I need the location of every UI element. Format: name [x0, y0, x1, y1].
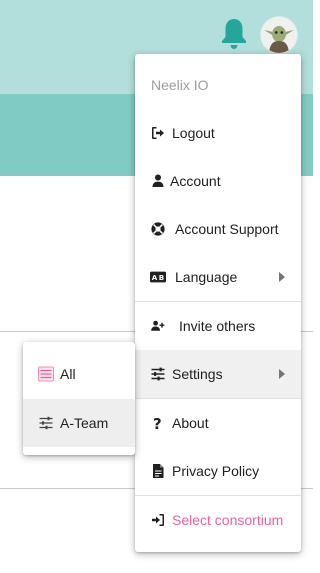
bell-icon[interactable]: [219, 16, 249, 50]
svg-text:A: A: [152, 273, 158, 282]
person-add-icon: [150, 318, 166, 334]
menu-item-language[interactable]: A B Language: [135, 253, 301, 301]
submenu-item-label: All: [60, 366, 76, 382]
user-name: Neelix IO: [151, 77, 209, 93]
menu-item-invite-others[interactable]: Invite others: [135, 302, 301, 350]
svg-text:?: ?: [153, 415, 162, 431]
svg-text:B: B: [159, 273, 164, 282]
person-icon: [150, 173, 166, 189]
menu-item-label: About: [172, 415, 209, 431]
chevron-right-icon: [279, 369, 285, 379]
tune-icon: [150, 366, 166, 382]
lifebuoy-icon: [150, 221, 166, 237]
menu-item-label: Settings: [172, 366, 223, 382]
menu-item-about[interactable]: ? About: [135, 399, 301, 447]
login-icon: [150, 512, 166, 528]
chevron-right-icon: [279, 272, 285, 282]
user-avatar[interactable]: [261, 17, 297, 53]
menu-item-account[interactable]: Account: [135, 157, 301, 205]
submenu-item-all[interactable]: All: [23, 350, 135, 398]
menu-item-settings[interactable]: Settings: [135, 350, 301, 398]
settings-submenu: All A-Team: [23, 342, 135, 455]
menu-item-label: Language: [175, 269, 238, 285]
submenu-item-a-team[interactable]: A-Team: [23, 399, 135, 447]
user-menu: Neelix IO Logout Account Account Support…: [135, 54, 301, 552]
menu-item-privacy-policy[interactable]: Privacy Policy: [135, 447, 301, 495]
menu-item-label: Select consortium: [172, 512, 284, 528]
translate-icon: A B: [150, 269, 166, 285]
menu-item-label: Logout: [172, 125, 215, 141]
list-pink-icon: [38, 366, 54, 382]
yoda-avatar: [261, 17, 297, 53]
menu-item-account-support[interactable]: Account Support: [135, 205, 301, 253]
menu-item-label: Invite others: [179, 318, 256, 334]
question-icon: ?: [150, 415, 166, 431]
menu-item-logout[interactable]: Logout: [135, 109, 301, 157]
submenu-item-label: A-Team: [60, 415, 109, 431]
document-icon: [150, 463, 166, 479]
menu-item-select-consortium[interactable]: Select consortium: [135, 496, 301, 544]
menu-item-label: Privacy Policy: [172, 463, 260, 479]
menu-item-label: Account Support: [175, 221, 279, 237]
logout-icon: [150, 125, 166, 141]
tune-icon: [38, 415, 54, 431]
menu-item-label: Account: [170, 173, 221, 189]
